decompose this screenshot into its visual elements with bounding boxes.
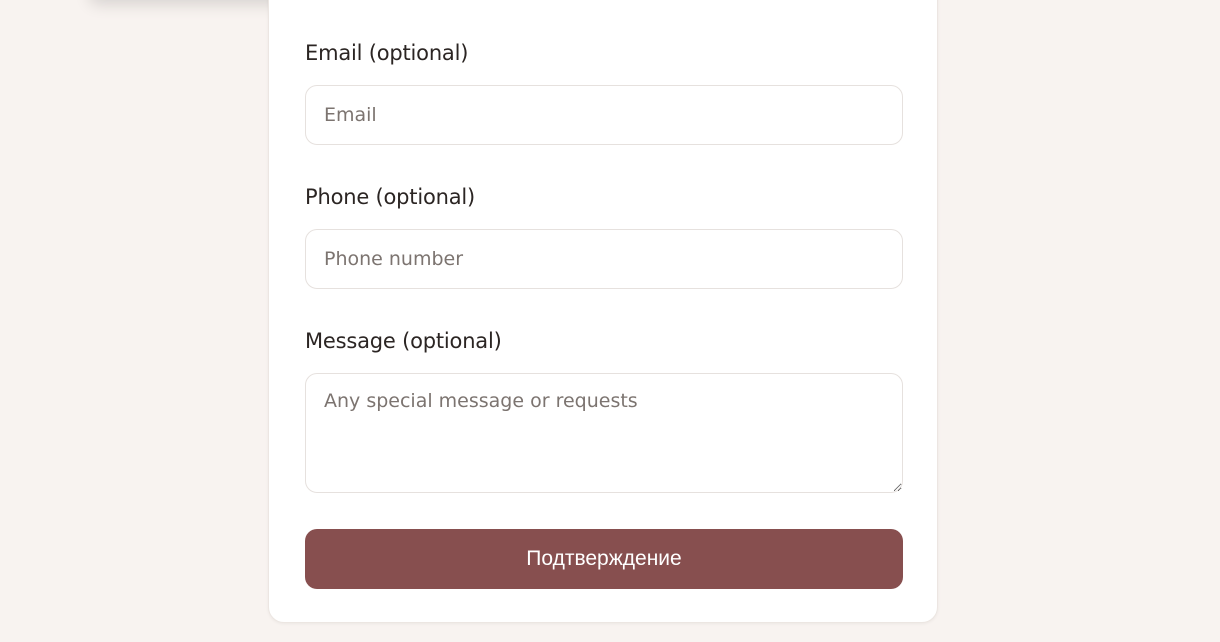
phone-field[interactable] (305, 229, 903, 289)
phone-label: Phone (optional) (305, 185, 476, 209)
contact-form-card: Email (optional) Phone (optional) Messag… (268, 0, 938, 623)
confirm-button[interactable]: Подтверждение (305, 529, 903, 589)
message-label: Message (optional) (305, 329, 502, 353)
message-textarea[interactable] (305, 373, 903, 493)
email-field[interactable] (305, 85, 903, 145)
email-label: Email (optional) (305, 41, 469, 65)
